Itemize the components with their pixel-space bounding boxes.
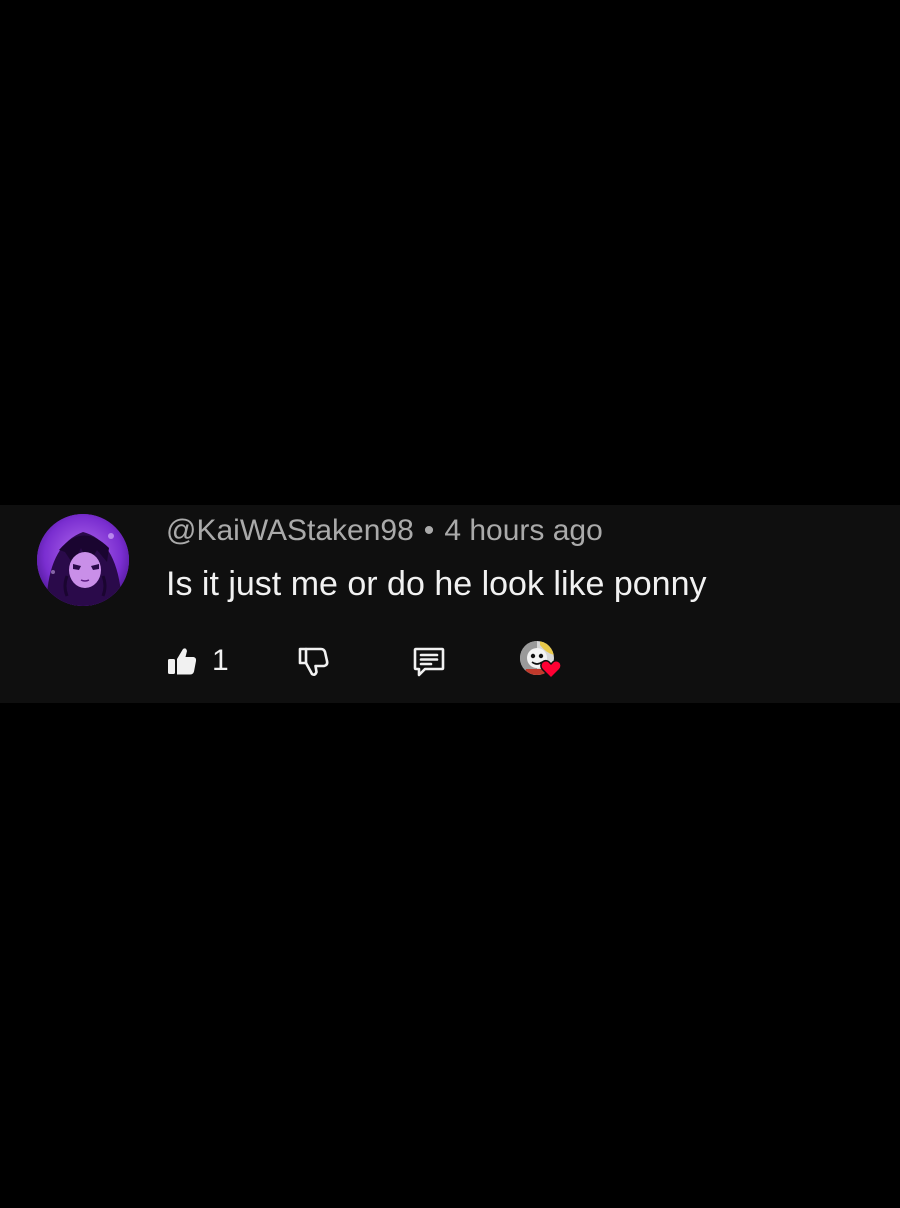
comment-text: Is it just me or do he look like ponny <box>166 565 707 603</box>
reply-button[interactable] <box>411 639 447 683</box>
comment-username[interactable]: @KaiWAStaken98 <box>166 514 414 547</box>
meta-separator: • <box>423 514 435 547</box>
comment-reply-icon <box>413 647 445 677</box>
comment-card: @KaiWAStaken98 • 4 hours ago Is it just me… <box>0 505 900 703</box>
comment-timestamp[interactable]: 4 hours ago <box>444 514 602 547</box>
anime-avatar-icon <box>37 514 129 606</box>
user-avatar[interactable] <box>37 514 129 606</box>
creator-heart <box>520 639 562 683</box>
comment-meta: @KaiWAStaken98 • 4 hours ago <box>166 513 603 549</box>
creator-heart-icon <box>540 659 562 679</box>
like-count: 1 <box>212 644 229 677</box>
like-button[interactable]: 1 <box>166 639 229 683</box>
thumbs-down-icon <box>298 647 329 676</box>
creator-heart-avatar <box>520 641 562 681</box>
dislike-button[interactable] <box>296 639 332 683</box>
comment-actions: 1 <box>166 639 586 683</box>
thumbs-up-icon <box>168 648 197 675</box>
